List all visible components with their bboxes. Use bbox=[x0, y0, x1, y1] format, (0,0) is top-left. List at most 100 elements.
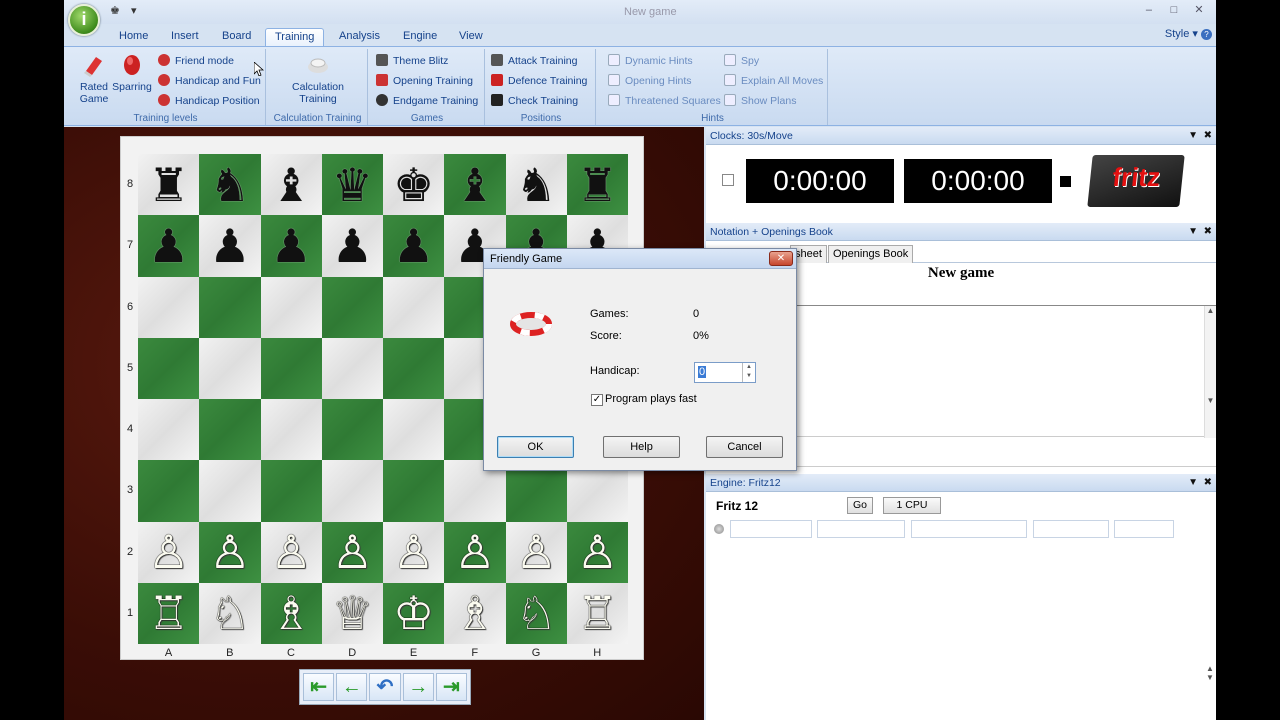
cancel-button[interactable]: Cancel bbox=[706, 436, 783, 458]
take-back-button[interactable]: ↶ bbox=[369, 673, 401, 701]
white-pawn-icon[interactable]: ♙ bbox=[454, 529, 495, 575]
tab-board[interactable]: Board bbox=[213, 28, 260, 47]
sparring-button[interactable]: Sparring bbox=[110, 53, 154, 93]
previous-move-button[interactable]: ← bbox=[336, 673, 368, 701]
defence-training-button[interactable]: Defence Training bbox=[491, 72, 587, 90]
square-a5[interactable] bbox=[138, 337, 200, 399]
program-plays-fast-checkbox[interactable]: ✓ bbox=[591, 394, 603, 406]
white-pawn-icon[interactable]: ♙ bbox=[516, 529, 557, 575]
square-h2[interactable]: ♙ bbox=[566, 521, 628, 583]
first-move-button[interactable]: ⇤ bbox=[303, 673, 335, 701]
last-move-button[interactable]: ⇥ bbox=[435, 673, 468, 701]
threatened-squares-toggle[interactable]: Threatened Squares bbox=[608, 92, 721, 110]
help-button[interactable]: Help bbox=[603, 436, 680, 458]
pane-dropdown-icon[interactable]: ▼ bbox=[1188, 130, 1198, 141]
dynamic-hints-toggle[interactable]: Dynamic Hints bbox=[608, 52, 693, 70]
black-knight-icon[interactable]: ♞ bbox=[209, 162, 250, 208]
opening-hints-toggle[interactable]: Opening Hints bbox=[608, 72, 692, 90]
friend-mode-button[interactable]: Friend mode bbox=[158, 52, 234, 70]
tab-insert[interactable]: Insert bbox=[162, 28, 208, 47]
square-d2[interactable]: ♙ bbox=[321, 521, 383, 583]
clock-checkbox[interactable] bbox=[722, 174, 734, 186]
rated-game-button[interactable]: Rated Game bbox=[74, 53, 114, 105]
black-rook-icon[interactable]: ♜ bbox=[577, 162, 618, 208]
black-bishop-icon[interactable]: ♝ bbox=[271, 162, 312, 208]
white-knight-icon[interactable]: ♘ bbox=[209, 590, 250, 636]
tab-engine[interactable]: Engine bbox=[394, 28, 446, 47]
king-icon[interactable]: ♚ bbox=[110, 4, 120, 17]
white-pawn-icon[interactable]: ♙ bbox=[393, 529, 434, 575]
square-e5[interactable] bbox=[383, 337, 445, 399]
attack-training-button[interactable]: Attack Training bbox=[491, 52, 577, 70]
qat-dropdown-icon[interactable]: ▾ bbox=[131, 4, 137, 17]
square-e7[interactable]: ♟ bbox=[383, 215, 445, 277]
black-pawn-icon[interactable]: ♟ bbox=[209, 223, 250, 269]
spin-down-icon[interactable]: ▼ bbox=[746, 373, 752, 379]
square-f8[interactable]: ♝ bbox=[444, 154, 506, 216]
black-knight-icon[interactable]: ♞ bbox=[516, 162, 557, 208]
square-e4[interactable] bbox=[383, 399, 445, 461]
square-b7[interactable]: ♟ bbox=[199, 215, 261, 277]
square-a4[interactable] bbox=[138, 399, 200, 461]
handicap-position-button[interactable]: Handicap Position bbox=[158, 92, 260, 110]
white-rook-icon[interactable]: ♖ bbox=[577, 590, 618, 636]
square-c5[interactable] bbox=[260, 337, 322, 399]
cpu-button[interactable]: 1 CPU bbox=[883, 497, 941, 514]
explain-all-moves-toggle[interactable]: Explain All Moves bbox=[724, 72, 823, 90]
scroll-down-icon[interactable]: ▼ bbox=[1206, 673, 1214, 682]
square-g2[interactable]: ♙ bbox=[505, 521, 567, 583]
black-pawn-icon[interactable]: ♟ bbox=[332, 223, 373, 269]
square-e2[interactable]: ♙ bbox=[383, 521, 445, 583]
square-c8[interactable]: ♝ bbox=[260, 154, 322, 216]
black-bishop-icon[interactable]: ♝ bbox=[454, 162, 495, 208]
white-pawn-icon[interactable]: ♙ bbox=[148, 529, 189, 575]
black-king-icon[interactable]: ♚ bbox=[393, 162, 434, 208]
close-window-button[interactable]: ✕ bbox=[1188, 3, 1210, 16]
square-b6[interactable] bbox=[199, 276, 261, 338]
pane-dropdown-icon[interactable]: ▼ bbox=[1188, 226, 1198, 237]
white-bishop-icon[interactable]: ♗ bbox=[454, 590, 495, 636]
help-icon[interactable]: ? bbox=[1201, 29, 1212, 40]
theme-blitz-button[interactable]: Theme Blitz bbox=[376, 52, 448, 70]
square-e8[interactable]: ♚ bbox=[383, 154, 445, 216]
square-g1[interactable]: ♘ bbox=[505, 582, 567, 644]
square-b4[interactable] bbox=[199, 399, 261, 461]
white-bishop-icon[interactable]: ♗ bbox=[271, 590, 312, 636]
square-b2[interactable]: ♙ bbox=[199, 521, 261, 583]
black-pawn-icon[interactable]: ♟ bbox=[393, 223, 434, 269]
square-b1[interactable]: ♘ bbox=[199, 582, 261, 644]
tab-home[interactable]: Home bbox=[110, 28, 157, 47]
black-pawn-icon[interactable]: ♟ bbox=[148, 223, 189, 269]
square-a2[interactable]: ♙ bbox=[138, 521, 200, 583]
black-queen-icon[interactable]: ♛ bbox=[332, 162, 373, 208]
handicap-spin-arrows[interactable]: ▲ ▼ bbox=[742, 363, 755, 382]
square-d8[interactable]: ♛ bbox=[321, 154, 383, 216]
square-h1[interactable]: ♖ bbox=[566, 582, 628, 644]
ok-button[interactable]: OK bbox=[497, 436, 574, 458]
spy-toggle[interactable]: Spy bbox=[724, 52, 759, 70]
pane-close-icon[interactable]: ✖ bbox=[1204, 226, 1212, 237]
scroll-up-icon[interactable]: ▲ bbox=[1207, 306, 1215, 315]
show-plans-toggle[interactable]: Show Plans bbox=[724, 92, 796, 110]
white-pawn-icon[interactable]: ♙ bbox=[577, 529, 618, 575]
application-menu-button[interactable]: i bbox=[68, 4, 100, 36]
next-move-button[interactable]: → bbox=[402, 673, 434, 701]
white-queen-icon[interactable]: ♕ bbox=[332, 590, 373, 636]
square-a3[interactable] bbox=[138, 460, 200, 522]
endgame-training-button[interactable]: Endgame Training bbox=[376, 92, 478, 110]
tab-openings-book[interactable]: Openings Book bbox=[828, 245, 914, 263]
tab-analysis[interactable]: Analysis bbox=[330, 28, 389, 47]
pane-close-icon[interactable]: ✖ bbox=[1204, 130, 1212, 141]
square-d7[interactable]: ♟ bbox=[321, 215, 383, 277]
white-rook-icon[interactable]: ♖ bbox=[148, 590, 189, 636]
square-c4[interactable] bbox=[260, 399, 322, 461]
black-pawn-icon[interactable]: ♟ bbox=[271, 223, 312, 269]
notation-scrollbar[interactable]: ▲ ▼ bbox=[1204, 306, 1216, 438]
opening-training-button[interactable]: Opening Training bbox=[376, 72, 473, 90]
square-d4[interactable] bbox=[321, 399, 383, 461]
square-a7[interactable]: ♟ bbox=[138, 215, 200, 277]
square-a1[interactable]: ♖ bbox=[138, 582, 200, 644]
square-d3[interactable] bbox=[321, 460, 383, 522]
square-e1[interactable]: ♔ bbox=[383, 582, 445, 644]
square-f1[interactable]: ♗ bbox=[444, 582, 506, 644]
